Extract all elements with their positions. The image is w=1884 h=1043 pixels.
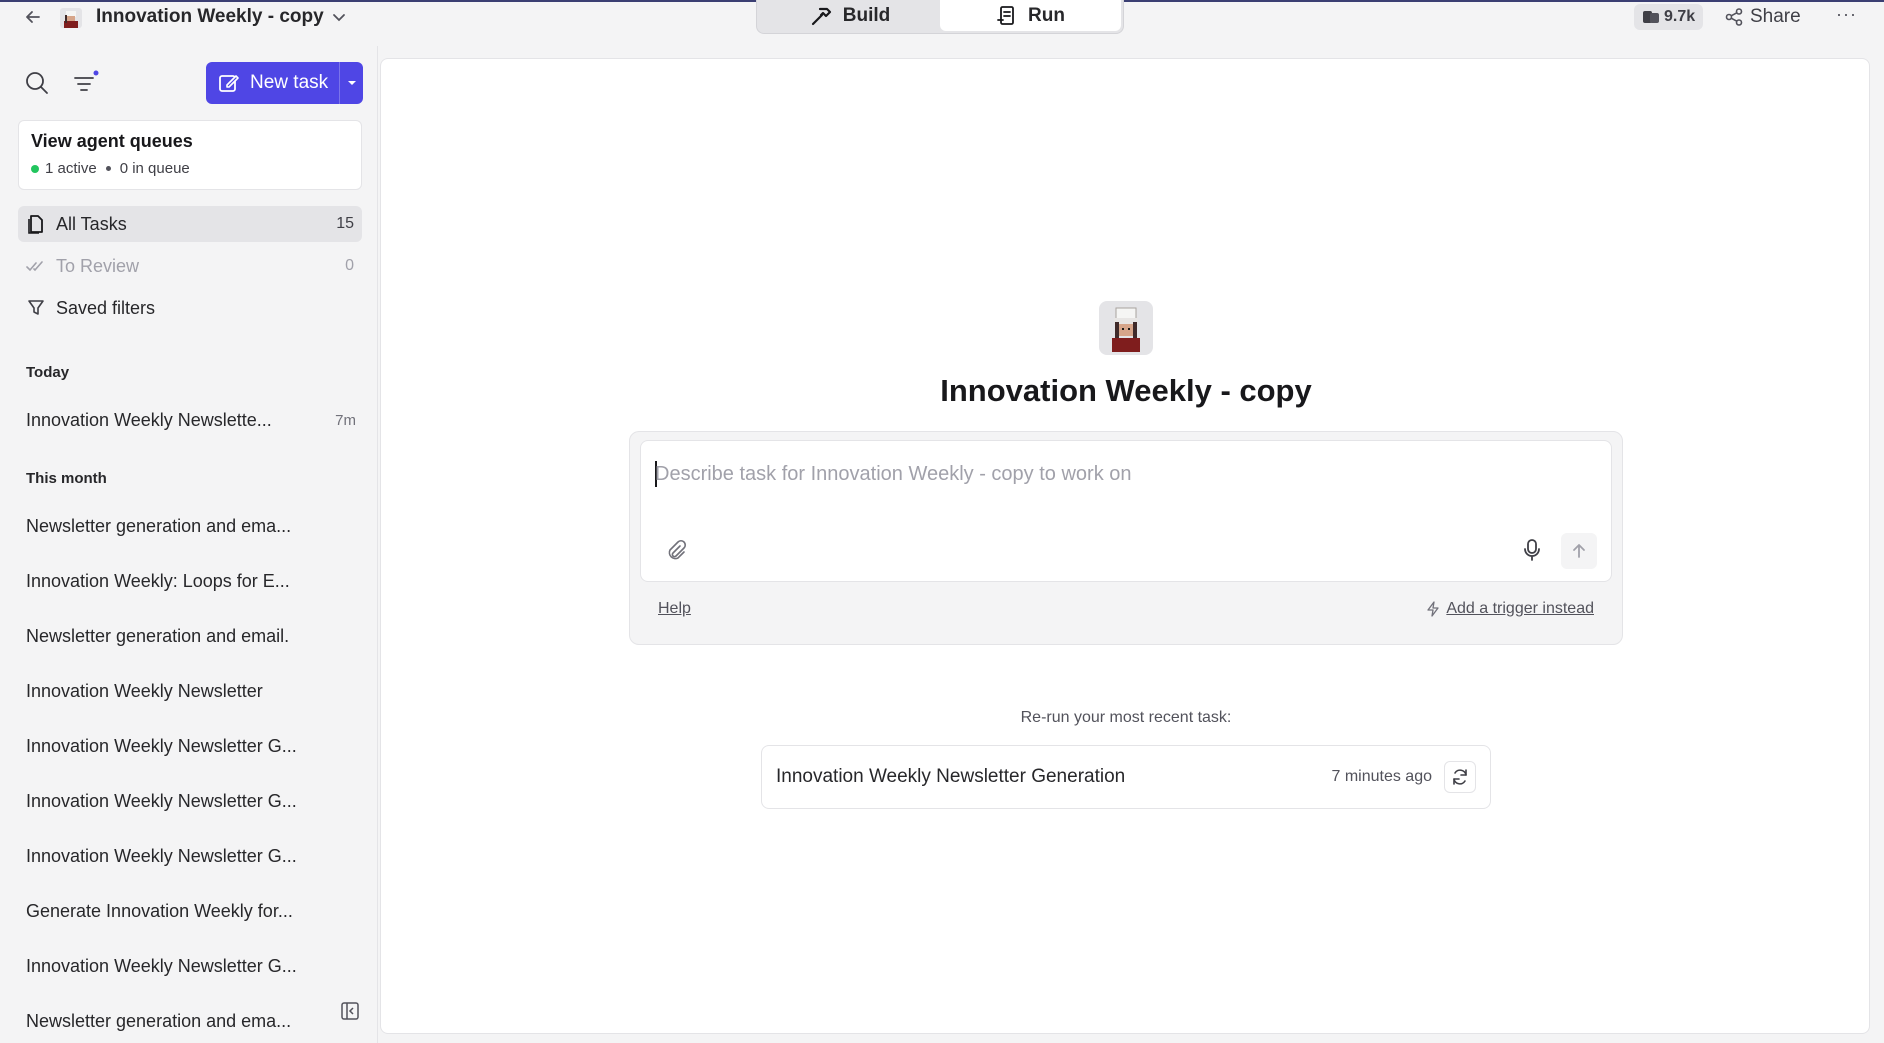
task-title: Innovation Weekly: Loops for E... — [26, 571, 290, 591]
nav-all-tasks-count: 15 — [336, 215, 354, 232]
rerun-heading: Re-run your most recent task: — [1020, 709, 1232, 726]
task-title: Newsletter generation and ema... — [26, 1011, 292, 1031]
run-list-icon — [997, 5, 1014, 25]
credits-value: 9.7k — [1664, 8, 1696, 25]
new-task-label: New task — [250, 72, 329, 93]
mode-toggle: Build Run — [756, 0, 1124, 34]
arrow-up-icon — [1573, 544, 1585, 558]
new-task-main[interactable]: New task — [206, 62, 339, 104]
nav-to-review-label: To Review — [56, 255, 140, 276]
composer-box — [640, 440, 1612, 582]
rerun-button[interactable] — [1444, 761, 1476, 793]
active-count: 1 active — [45, 160, 97, 177]
document-icon — [26, 214, 46, 234]
add-trigger-link[interactable]: Add a trigger instead — [1426, 600, 1594, 618]
task-title: Generate Innovation Weekly for... — [26, 901, 293, 921]
task-title: Newsletter generation and ema... — [26, 516, 292, 536]
share-button[interactable]: Share — [1724, 4, 1801, 30]
help-link[interactable]: Help — [658, 600, 691, 618]
section-today: Today — [26, 364, 70, 381]
more-options-icon[interactable]: ··· — [1836, 4, 1857, 25]
share-icon — [1725, 8, 1743, 26]
task-list-item[interactable]: Innovation Weekly: Loops for E... — [26, 571, 356, 592]
funnel-icon — [26, 298, 46, 318]
task-title: Innovation Weekly Newsletter G... — [26, 956, 297, 976]
agent-avatar-large-icon — [1099, 301, 1153, 355]
task-list-item[interactable]: Generate Innovation Weekly for... — [26, 901, 356, 922]
nav-all-tasks-label: All Tasks — [56, 213, 127, 234]
double-check-icon — [26, 256, 46, 276]
queue-status: 1 active 0 in queue — [31, 160, 349, 177]
section-this-month: This month — [26, 470, 107, 487]
new-task-dropdown[interactable] — [339, 62, 363, 104]
nav-saved-filters-label: Saved filters — [56, 297, 156, 318]
microphone-icon[interactable] — [1519, 537, 1545, 563]
task-list-item[interactable]: Newsletter generation and ema... — [26, 1011, 356, 1032]
sidebar: New task View agent queues 1 active 0 in… — [0, 46, 378, 1043]
main-panel: Innovation Weekly - copy Help Add a trig… — [380, 58, 1870, 1034]
hammer-icon — [811, 7, 831, 25]
credits-badge[interactable]: 9.7k — [1634, 4, 1704, 30]
queue-title: View agent queues — [31, 131, 193, 151]
edit-icon — [219, 75, 239, 92]
coins-icon — [1643, 11, 1659, 23]
share-label: Share — [1750, 6, 1801, 27]
rerun-task-title: Innovation Weekly Newsletter Generation — [776, 766, 1126, 787]
search-icon[interactable] — [24, 70, 50, 96]
task-list-item[interactable]: Innovation Weekly Newsletter G... — [26, 736, 356, 757]
caret-down-icon — [347, 81, 356, 85]
task-title: Innovation Weekly Newsletter G... — [26, 736, 297, 756]
task-title: Newsletter generation and email. — [26, 626, 290, 646]
new-task-button[interactable]: New task — [206, 62, 363, 104]
agent-avatar-icon — [58, 6, 84, 30]
task-time: 7m — [335, 412, 356, 429]
task-list-item[interactable]: Newsletter generation and email. — [26, 626, 356, 647]
task-list-item[interactable]: Newsletter generation and ema... — [26, 516, 356, 537]
rerun-task-time: 7 minutes ago — [1331, 768, 1432, 785]
tab-run-label: Run — [1028, 4, 1065, 26]
agent-name[interactable]: Innovation Weekly - copy — [96, 6, 324, 28]
top-bar: Innovation Weekly - copy Build Run 9.7k … — [0, 0, 1884, 46]
task-list-item[interactable]: Innovation Weekly Newsletter G... — [26, 846, 356, 867]
queue-count: 0 in queue — [119, 160, 190, 177]
task-title: Innovation Weekly Newsletter G... — [26, 846, 297, 866]
nav-saved-filters[interactable]: Saved filters — [18, 290, 362, 326]
separator-dot — [105, 166, 111, 171]
task-title: Innovation Weekly Newslette... — [26, 410, 272, 430]
collapse-sidebar-icon[interactable] — [340, 1001, 360, 1021]
task-title: Innovation Weekly Newsletter G... — [26, 791, 297, 811]
send-button[interactable] — [1561, 533, 1597, 569]
task-description-input[interactable] — [655, 459, 1555, 489]
task-list-item[interactable]: Innovation Weekly Newslette... 7m — [26, 410, 356, 431]
add-trigger-label: Add a trigger instead — [1446, 600, 1594, 617]
lightning-icon — [1427, 601, 1439, 617]
page-title: Innovation Weekly - copy — [940, 373, 1312, 408]
task-list-item[interactable]: Innovation Weekly Newsletter G... — [26, 956, 356, 977]
paperclip-icon[interactable] — [665, 539, 687, 561]
rerun-task-card[interactable]: Innovation Weekly Newsletter Generation … — [761, 745, 1491, 809]
nav-to-review[interactable]: To Review 0 — [18, 248, 362, 284]
tab-build[interactable]: Build — [759, 0, 940, 31]
refresh-icon — [1453, 769, 1467, 785]
task-composer: Help Add a trigger instead — [629, 431, 1623, 645]
nav-all-tasks[interactable]: All Tasks 15 — [18, 206, 362, 242]
tab-build-label: Build — [842, 4, 891, 26]
filter-icon[interactable] — [72, 68, 100, 96]
task-title: Innovation Weekly Newsletter — [26, 681, 263, 701]
tab-run[interactable]: Run — [940, 0, 1121, 31]
task-list-item[interactable]: Innovation Weekly Newsletter — [26, 681, 356, 702]
chevron-down-icon[interactable] — [330, 8, 348, 26]
active-status-dot — [31, 164, 39, 173]
agent-queue-card[interactable]: View agent queues 1 active 0 in queue — [18, 120, 362, 190]
back-arrow-icon[interactable] — [20, 4, 46, 30]
task-list-item[interactable]: Innovation Weekly Newsletter G... — [26, 791, 356, 812]
nav-to-review-count: 0 — [345, 257, 354, 274]
